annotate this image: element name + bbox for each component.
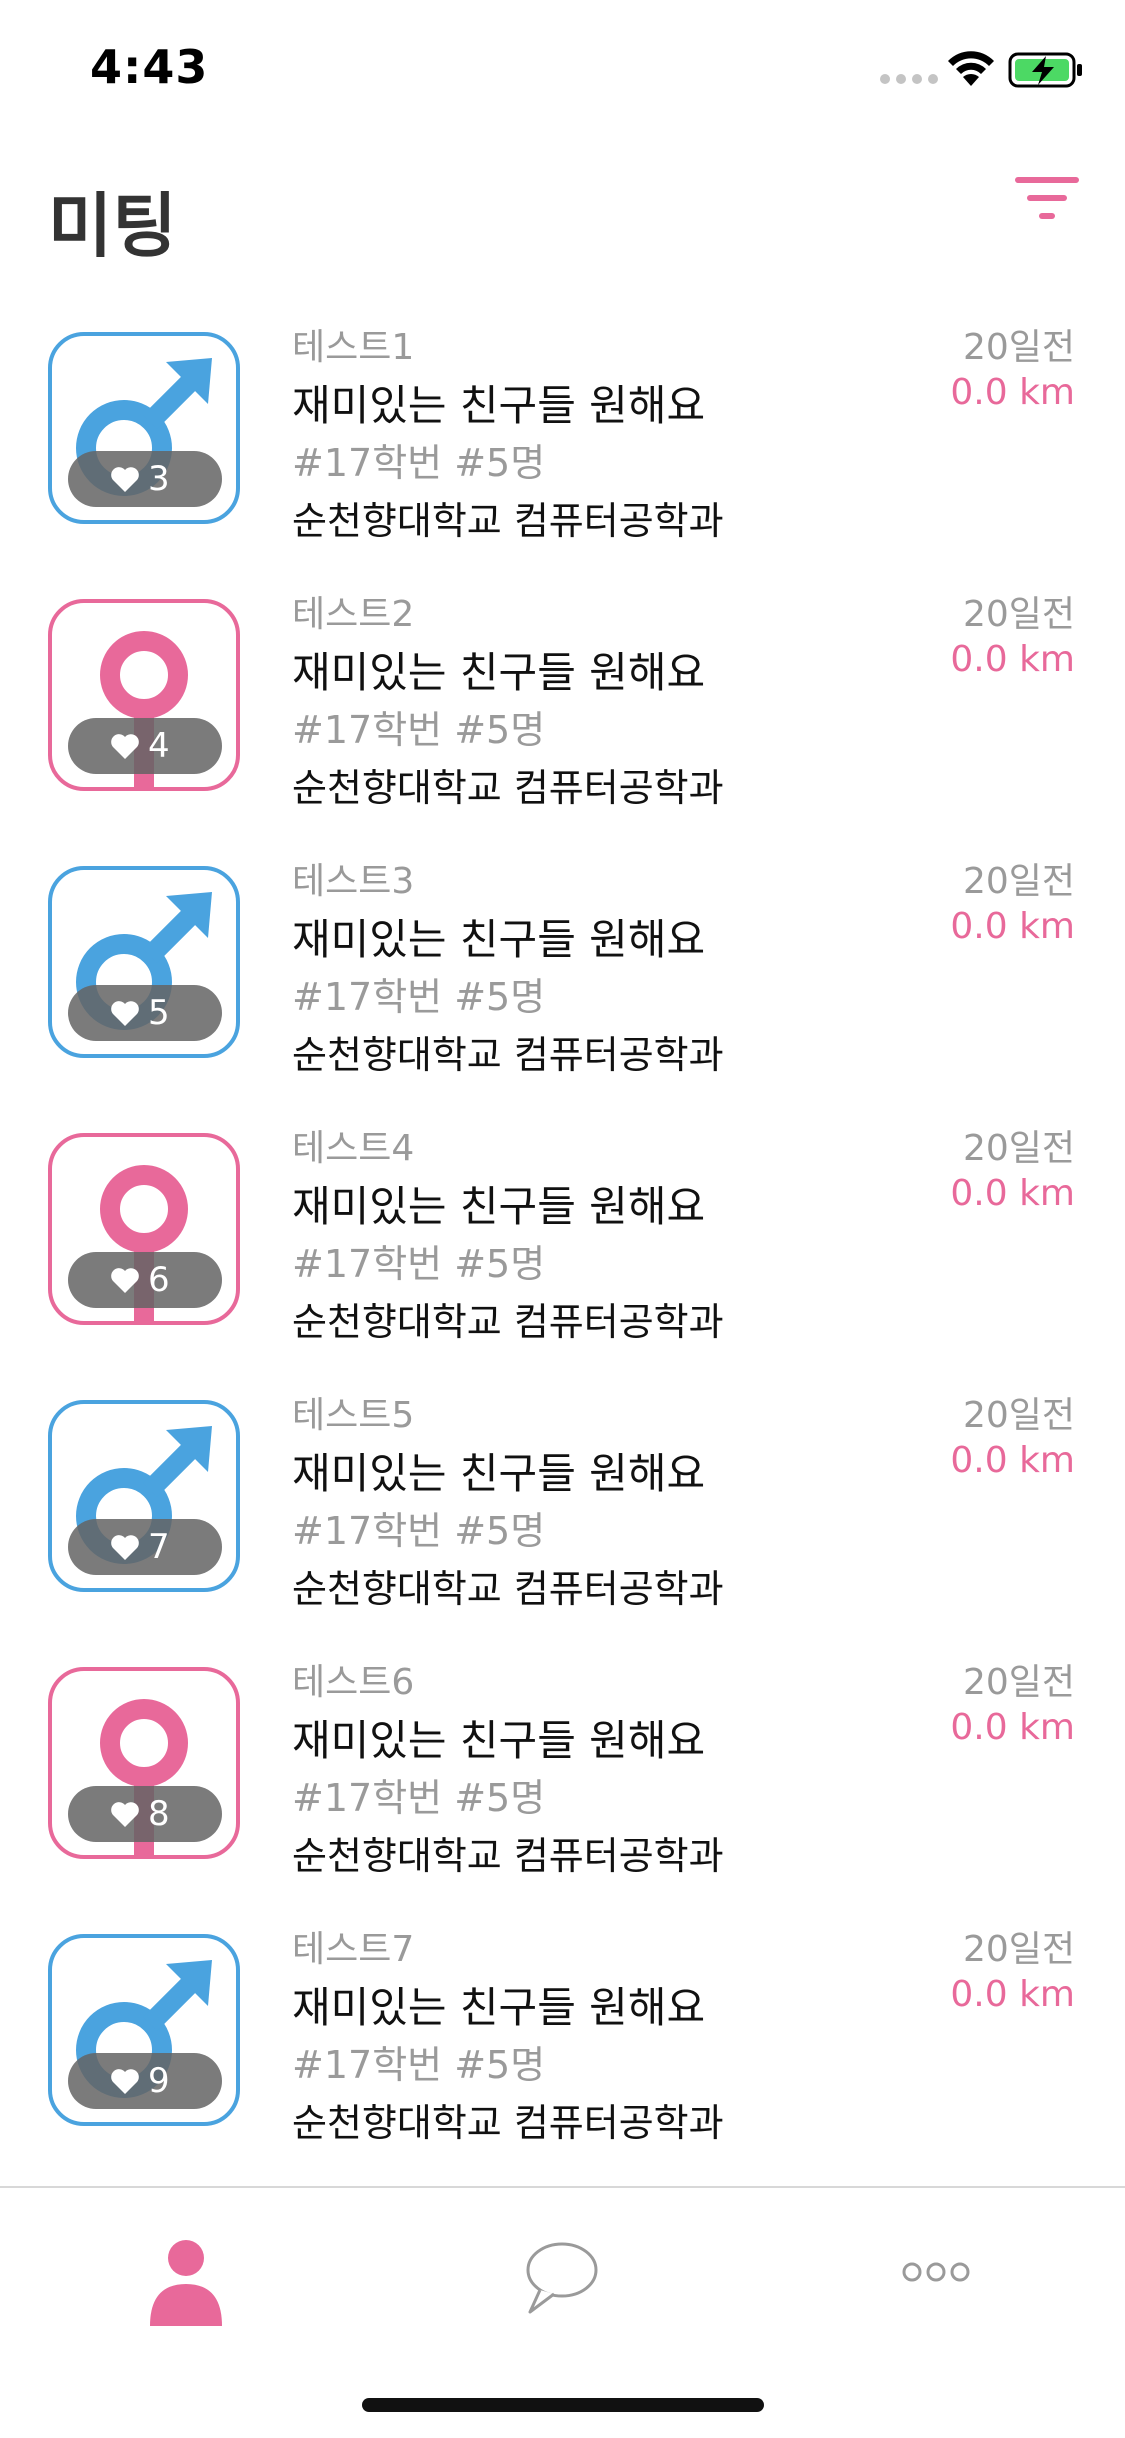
meeting-tags: #17학번 #5명 — [292, 1242, 546, 1286]
heart-icon — [111, 1268, 139, 1293]
meeting-row[interactable]: 5 테스트3 재미있는 친구들 원해요 #17학번 #5명 순천향대학교 컴퓨터… — [0, 834, 1125, 1101]
group-avatar: 8 — [48, 1667, 240, 1859]
meeting-tags: #17학번 #5명 — [292, 441, 546, 485]
cellular-signal-icon — [880, 74, 938, 84]
heart-icon — [111, 1001, 139, 1026]
heart-icon — [111, 1535, 139, 1560]
meeting-row[interactable]: 6 테스트4 재미있는 친구들 원해요 #17학번 #5명 순천향대학교 컴퓨터… — [0, 1101, 1125, 1368]
page-title: 미팅 — [48, 185, 177, 267]
distance: 0.0 km — [950, 1440, 1075, 1481]
meeting-row[interactable]: 4 테스트2 재미있는 친구들 원해요 #17학번 #5명 순천향대학교 컴퓨터… — [0, 567, 1125, 834]
like-badge: 3 — [68, 451, 222, 507]
posted-time: 20일전 — [962, 1662, 1075, 1703]
like-count: 6 — [148, 1260, 170, 1300]
posted-time: 20일전 — [962, 1128, 1075, 1169]
school-major: 순천향대학교 컴퓨터공학과 — [292, 1834, 724, 1878]
distance: 0.0 km — [950, 1173, 1075, 1214]
filter-icon[interactable] — [1015, 175, 1079, 221]
wifi-icon — [948, 51, 994, 86]
school-major: 순천향대학교 컴퓨터공학과 — [292, 2101, 724, 2145]
meeting-title: 재미있는 친구들 원해요 — [292, 1716, 706, 1765]
like-count: 8 — [148, 1794, 170, 1834]
meeting-row[interactable]: 9 테스트7 재미있는 친구들 원해요 #17학번 #5명 순천향대학교 컴퓨터… — [0, 1902, 1125, 2169]
meeting-row[interactable]: 8 테스트6 재미있는 친구들 원해요 #17학번 #5명 순천향대학교 컴퓨터… — [0, 1635, 1125, 1902]
like-badge: 9 — [68, 2053, 222, 2109]
meeting-title: 재미있는 친구들 원해요 — [292, 1182, 706, 1231]
distance: 0.0 km — [950, 1974, 1075, 2015]
distance: 0.0 km — [950, 372, 1075, 413]
like-badge: 8 — [68, 1786, 222, 1842]
group-avatar: 5 — [48, 866, 240, 1058]
meeting-tags: #17학번 #5명 — [292, 975, 546, 1019]
posted-time: 20일전 — [962, 594, 1075, 635]
distance: 0.0 km — [950, 906, 1075, 947]
group-name: 테스트6 — [292, 1662, 415, 1703]
meeting-tags: #17학번 #5명 — [292, 708, 546, 752]
distance: 0.0 km — [950, 1707, 1075, 1748]
meeting-tags: #17학번 #5명 — [292, 2043, 546, 2087]
meeting-title: 재미있는 친구들 원해요 — [292, 1449, 706, 1498]
meeting-row[interactable]: 3 테스트1 재미있는 친구들 원해요 #17학번 #5명 순천향대학교 컴퓨터… — [0, 300, 1125, 567]
group-name: 테스트4 — [292, 1128, 415, 1169]
school-major: 순천향대학교 컴퓨터공학과 — [292, 499, 724, 543]
school-major: 순천향대학교 컴퓨터공학과 — [292, 766, 724, 810]
home-indicator[interactable] — [362, 2398, 764, 2412]
more-dots-icon — [902, 2262, 970, 2282]
group-avatar: 7 — [48, 1400, 240, 1592]
like-badge: 5 — [68, 985, 222, 1041]
school-major: 순천향대학교 컴퓨터공학과 — [292, 1567, 724, 1611]
posted-time: 20일전 — [962, 327, 1075, 368]
heart-icon — [111, 2069, 139, 2094]
meeting-title: 재미있는 친구들 원해요 — [292, 915, 706, 964]
like-count: 3 — [148, 459, 170, 499]
meeting-tags: #17학번 #5명 — [292, 1776, 546, 1820]
group-avatar: 3 — [48, 332, 240, 524]
chat-bubble-icon — [526, 2242, 598, 2314]
group-name: 테스트7 — [292, 1929, 415, 1970]
distance: 0.0 km — [950, 639, 1075, 680]
status-bar: 4:43 — [0, 0, 1125, 140]
battery-charging-icon — [1008, 52, 1082, 88]
like-count: 5 — [148, 993, 170, 1033]
meeting-title: 재미있는 친구들 원해요 — [292, 1983, 706, 2032]
heart-icon — [111, 467, 139, 492]
heart-icon — [111, 734, 139, 759]
like-count: 7 — [148, 1527, 170, 1567]
meeting-title: 재미있는 친구들 원해요 — [292, 648, 706, 697]
person-icon — [150, 2240, 222, 2326]
group-avatar: 6 — [48, 1133, 240, 1325]
school-major: 순천향대학교 컴퓨터공학과 — [292, 1033, 724, 1077]
school-major: 순천향대학교 컴퓨터공학과 — [292, 1300, 724, 1344]
like-badge: 6 — [68, 1252, 222, 1308]
meeting-tags: #17학번 #5명 — [292, 1509, 546, 1553]
posted-time: 20일전 — [962, 861, 1075, 902]
tab-meeting[interactable] — [126, 2228, 246, 2328]
group-avatar: 9 — [48, 1934, 240, 2126]
group-name: 테스트1 — [292, 327, 415, 368]
like-badge: 4 — [68, 718, 222, 774]
meeting-title: 재미있는 친구들 원해요 — [292, 381, 706, 430]
like-count: 9 — [148, 2061, 170, 2101]
group-name: 테스트5 — [292, 1395, 415, 1436]
like-badge: 7 — [68, 1519, 222, 1575]
meeting-row[interactable]: 7 테스트5 재미있는 친구들 원해요 #17학번 #5명 순천향대학교 컴퓨터… — [0, 1368, 1125, 1635]
tab-more[interactable] — [876, 2228, 996, 2328]
tab-chat[interactable] — [500, 2228, 620, 2328]
heart-icon — [111, 1802, 139, 1827]
like-count: 4 — [148, 726, 170, 766]
posted-time: 20일전 — [962, 1929, 1075, 1970]
group-name: 테스트2 — [292, 594, 415, 635]
status-time: 4:43 — [90, 40, 209, 94]
group-avatar: 4 — [48, 599, 240, 791]
posted-time: 20일전 — [962, 1395, 1075, 1436]
group-name: 테스트3 — [292, 861, 415, 902]
